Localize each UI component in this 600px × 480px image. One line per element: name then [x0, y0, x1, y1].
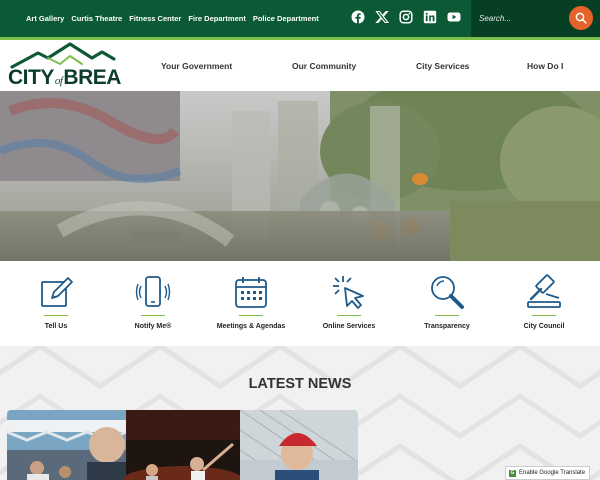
- quick-link-label: Meetings & Agendas: [216, 323, 286, 330]
- social-links: [351, 10, 461, 24]
- quick-link-city-council[interactable]: City Council: [494, 261, 594, 346]
- quick-link-underline: [239, 315, 263, 316]
- top-utility-bar: Art Gallery Curtis Theatre Fitness Cente…: [0, 0, 600, 37]
- quick-link-online-services[interactable]: Online Services: [299, 261, 399, 346]
- quick-link-underline: [532, 315, 556, 316]
- quick-link-underline: [435, 315, 459, 316]
- latest-news-section: LATEST NEWS: [0, 346, 600, 480]
- instagram-icon[interactable]: [399, 10, 413, 24]
- search-input[interactable]: [479, 12, 569, 25]
- quick-link-label: Online Services: [322, 323, 376, 330]
- quick-link-label: Transparency: [424, 323, 470, 330]
- nav-how-do-i-wrap: How Do I: [527, 40, 563, 91]
- quick-link-underline: [44, 315, 68, 316]
- linkedin-icon[interactable]: [423, 10, 437, 24]
- quick-links: Tell Us Notify Me® Meetings & Agendas On…: [0, 261, 600, 346]
- link-fire-department[interactable]: Fire Department: [188, 14, 246, 23]
- nav-your-government-wrap: Your Government: [161, 40, 232, 91]
- nav-your-government[interactable]: Your Government: [161, 61, 232, 71]
- logo-brea: BREA: [63, 66, 121, 89]
- quick-link-underline: [337, 315, 361, 316]
- search-icon: [575, 12, 587, 24]
- logo-of: of: [54, 75, 63, 87]
- quick-link-notify-me[interactable]: Notify Me®: [103, 261, 203, 346]
- facebook-icon[interactable]: [351, 10, 365, 24]
- link-curtis-theatre[interactable]: Curtis Theatre: [71, 14, 122, 23]
- phone-notify-icon: [135, 276, 171, 307]
- search-button[interactable]: [569, 6, 593, 30]
- quick-link-meetings-agendas[interactable]: Meetings & Agendas: [201, 261, 301, 346]
- nav-city-services-wrap: City Services: [416, 40, 469, 91]
- edit-icon: [41, 277, 73, 307]
- translate-icon: G: [509, 469, 516, 477]
- link-police-department[interactable]: Police Department: [253, 14, 319, 23]
- gavel-icon: [527, 274, 561, 308]
- quick-link-label: Notify Me®: [134, 323, 172, 330]
- site-header: CITYofBREA Your Government Our Community…: [0, 40, 600, 91]
- calendar-icon: [235, 277, 267, 308]
- nav-our-community[interactable]: Our Community: [292, 61, 356, 71]
- translate-label: Enable Google Translate: [519, 470, 586, 476]
- quick-link-transparency[interactable]: Transparency: [397, 261, 497, 346]
- nav-how-do-i[interactable]: How Do I: [527, 61, 563, 71]
- link-art-gallery[interactable]: Art Gallery: [26, 14, 64, 23]
- x-icon[interactable]: [375, 10, 390, 24]
- logo-wordmark: CITYofBREA: [8, 66, 121, 90]
- link-fitness-center[interactable]: Fitness Center: [129, 14, 181, 23]
- google-translate-button[interactable]: G Enable Google Translate: [505, 466, 590, 480]
- logo-city: CITY: [8, 66, 54, 89]
- youtube-icon[interactable]: [447, 10, 461, 24]
- nav-city-services[interactable]: City Services: [416, 61, 469, 71]
- magnifier-icon: [431, 276, 464, 309]
- nav-our-community-wrap: Our Community: [292, 40, 356, 91]
- quick-link-label: City Council: [523, 323, 565, 330]
- news-photo-carousel[interactable]: [7, 410, 358, 480]
- click-cursor-icon: [333, 276, 364, 309]
- city-of-brea-logo[interactable]: CITYofBREA: [8, 42, 126, 90]
- utility-links: Art Gallery Curtis Theatre Fitness Cente…: [26, 0, 319, 37]
- news-photo: [7, 410, 358, 480]
- latest-news-heading: LATEST NEWS: [248, 376, 352, 392]
- hero-image: [0, 91, 600, 261]
- quick-link-label: Tell Us: [44, 323, 68, 330]
- quick-link-underline: [141, 315, 165, 316]
- quick-link-tell-us[interactable]: Tell Us: [6, 261, 106, 346]
